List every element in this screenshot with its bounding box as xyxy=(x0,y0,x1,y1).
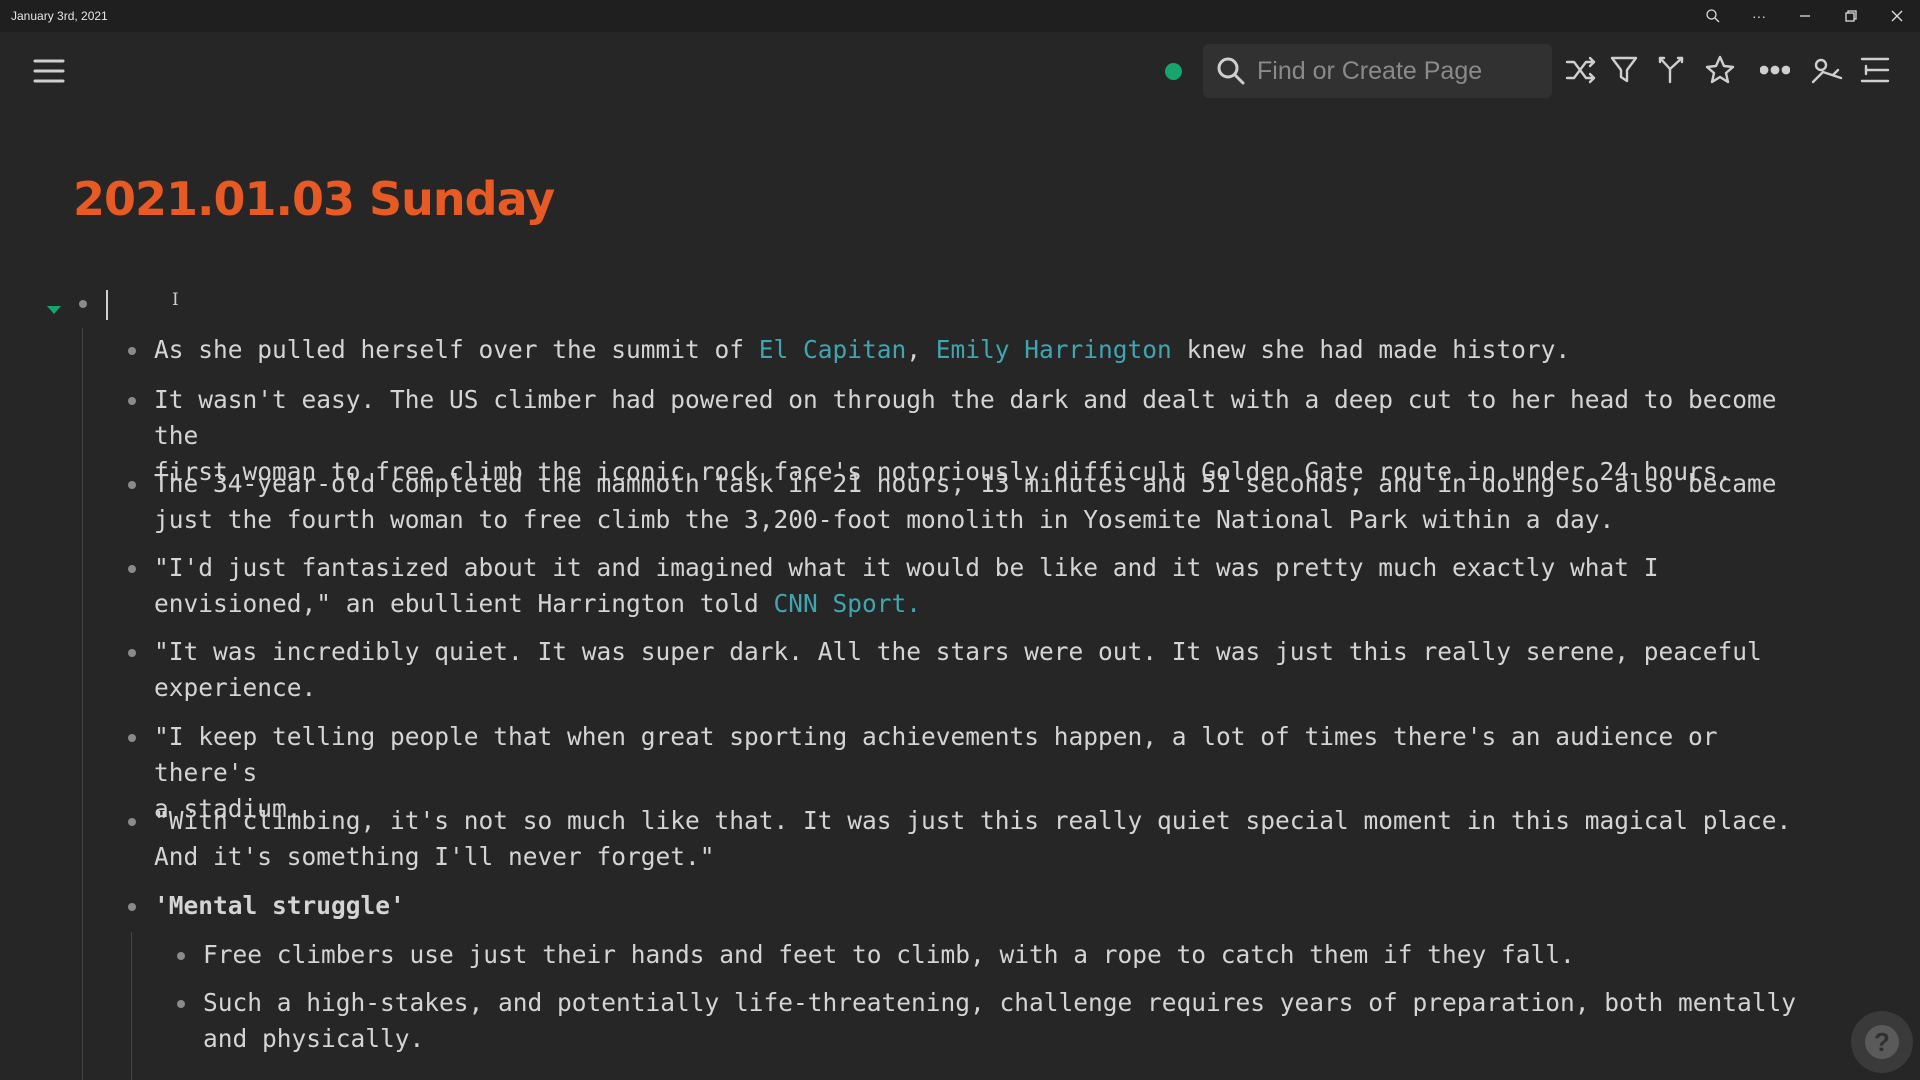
top-toolbar xyxy=(0,32,1920,110)
block-text[interactable]: "With climbing, it's not so much like th… xyxy=(154,803,1791,875)
text-line: It wasn't easy. The US climber had power… xyxy=(154,385,1792,450)
block-text[interactable]: As she pulled herself over the summit of… xyxy=(154,332,1570,368)
right-sidebar-icon[interactable] xyxy=(1855,50,1895,90)
indent-guide xyxy=(82,328,83,1080)
text-line: "I'd just fantasized about it and imagin… xyxy=(154,553,1659,582)
block-bullet[interactable] xyxy=(128,565,136,573)
page-link-el-capitan[interactable]: El Capitan xyxy=(759,335,907,364)
block-bullet[interactable] xyxy=(128,818,136,826)
block-text[interactable]: The 34-year-old completed the mammoth ta… xyxy=(154,466,1777,538)
window-controls: ··· xyxy=(1690,0,1920,32)
menu-icon[interactable] xyxy=(30,54,68,88)
page-title[interactable]: 2021.01.03 Sunday xyxy=(73,172,555,226)
text-line: "With climbing, it's not so much like th… xyxy=(154,806,1792,835)
caret-down-icon[interactable] xyxy=(46,300,62,319)
text-segment: As she pulled herself over the summit of xyxy=(154,335,759,364)
help-button[interactable]: ? xyxy=(1851,1011,1913,1073)
block-bullet[interactable] xyxy=(177,952,185,960)
text-line: "It was incredibly quiet. It was super d… xyxy=(154,637,1762,666)
root-block[interactable]: I xyxy=(46,290,246,320)
text-cursor xyxy=(106,290,108,320)
zoom-icon[interactable] xyxy=(1690,0,1736,32)
block-bullet[interactable] xyxy=(79,300,87,308)
section-heading[interactable]: 'Mental struggle' xyxy=(154,888,405,924)
text-line: and physically. xyxy=(203,1024,425,1053)
star-icon[interactable] xyxy=(1700,50,1740,90)
text-line: Such a high-stakes, and potentially life… xyxy=(203,988,1797,1017)
sync-status-dot xyxy=(1165,63,1182,80)
block-text[interactable]: Free climbers use just their hands and f… xyxy=(203,937,1575,973)
block-text[interactable]: Such a high-stakes, and potentially life… xyxy=(203,985,1796,1057)
page-link-emily-harrington[interactable]: Emily Harrington xyxy=(936,335,1172,364)
minimize-icon[interactable] xyxy=(1782,0,1828,32)
text-line: And it's something I'll never forget." xyxy=(154,842,715,871)
window-title: January 3rd, 2021 xyxy=(11,9,108,23)
block-bullet[interactable] xyxy=(128,347,136,355)
block-bullet[interactable] xyxy=(128,481,136,489)
link-cnn-sport[interactable]: CNN Sport. xyxy=(774,589,922,618)
text-segment: envisioned," an ebullient Harrington tol… xyxy=(154,589,774,618)
text-line: just the fourth woman to free climb the … xyxy=(154,505,1615,534)
text-segment: knew she had made history. xyxy=(1171,335,1571,364)
text-line: "I keep telling people that when great s… xyxy=(154,722,1733,787)
branch-icon[interactable] xyxy=(1651,50,1691,90)
sidebar-graph-icon[interactable] xyxy=(1807,50,1847,90)
text-line: Free climbers use just their hands and f… xyxy=(203,940,1575,969)
close-icon[interactable] xyxy=(1874,0,1920,32)
text-line: The 34-year-old completed the mammoth ta… xyxy=(154,469,1777,498)
question-icon: ? xyxy=(1865,1025,1899,1059)
block-text[interactable]: "I'd just fantasized about it and imagin… xyxy=(154,550,1659,622)
shuffle-icon[interactable] xyxy=(1561,50,1601,90)
search-input[interactable] xyxy=(1257,56,1537,86)
window-titlebar: January 3rd, 2021 ··· xyxy=(0,0,1920,32)
indent-guide-nested xyxy=(131,932,132,1080)
block-bullet[interactable] xyxy=(128,397,136,405)
search-icon xyxy=(1215,55,1247,87)
more-icon[interactable] xyxy=(1755,50,1795,90)
text-line: envisioned," an ebullient Harrington tol… xyxy=(154,586,1659,622)
block-bullet[interactable] xyxy=(128,734,136,742)
mouse-ibeam-cursor: I xyxy=(172,290,179,310)
block-bullet[interactable] xyxy=(128,649,136,657)
text-segment: , xyxy=(906,335,936,364)
restore-icon[interactable] xyxy=(1828,0,1874,32)
text-line: experience. xyxy=(154,673,317,702)
block-bullet[interactable] xyxy=(177,1000,185,1008)
block-bullet[interactable] xyxy=(128,903,136,911)
search-box[interactable] xyxy=(1203,44,1552,98)
window-more-icon[interactable]: ··· xyxy=(1736,0,1782,32)
block-text[interactable]: "It was incredibly quiet. It was super d… xyxy=(154,634,1762,706)
filter-icon[interactable] xyxy=(1604,50,1644,90)
